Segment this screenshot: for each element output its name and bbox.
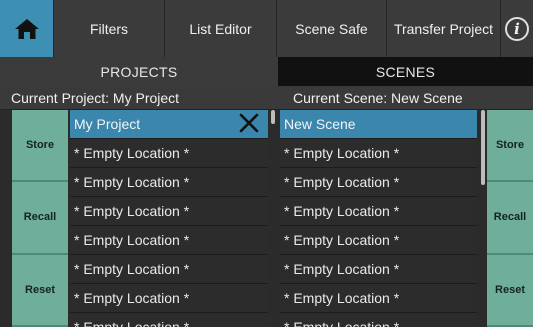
scene-reset-button[interactable]: Reset <box>487 254 533 327</box>
projects-list: My Project * Empty Location * * Empty Lo… <box>70 110 268 327</box>
list-item-label: My Project <box>74 116 141 132</box>
list-item[interactable]: * Empty Location * <box>280 255 477 284</box>
top-toolbar: Filters List Editor Scene Safe Transfer … <box>0 0 533 57</box>
info-button[interactable]: i <box>501 0 533 57</box>
list-editor-button[interactable]: List Editor <box>165 0 277 57</box>
tab-scenes[interactable]: SCENES <box>278 57 533 86</box>
home-icon <box>14 18 39 39</box>
list-item[interactable]: * Empty Location * <box>280 197 477 226</box>
scenes-list: New Scene * Empty Location * * Empty Loc… <box>280 110 477 327</box>
scene-recall-button[interactable]: Recall <box>487 182 533 255</box>
list-item[interactable]: * Empty Location * <box>280 313 477 327</box>
left-gutter <box>0 110 12 327</box>
list-item[interactable]: My Project <box>70 110 268 139</box>
list-item-label: * Empty Location * <box>74 203 190 219</box>
list-item-label: * Empty Location * <box>284 174 400 190</box>
list-item[interactable]: * Empty Location * <box>280 226 477 255</box>
list-item-label: * Empty Location * <box>284 232 400 248</box>
scenes-scrollbar[interactable] <box>481 110 485 327</box>
close-icon[interactable] <box>238 112 260 134</box>
list-item[interactable]: * Empty Location * <box>70 255 268 284</box>
projects-scrollbar[interactable] <box>271 110 275 327</box>
list-item-label: * Empty Location * <box>74 319 190 327</box>
list-item-label: * Empty Location * <box>74 145 190 161</box>
list-item-label: * Empty Location * <box>74 232 190 248</box>
scene-actions: Store Recall Reset <box>487 110 533 327</box>
list-item-label: * Empty Location * <box>284 261 400 277</box>
list-item-label: * Empty Location * <box>284 290 400 306</box>
scene-store-button[interactable]: Store <box>487 110 533 183</box>
tab-projects[interactable]: PROJECTS <box>0 57 278 86</box>
scrollbar-thumb[interactable] <box>271 110 275 124</box>
list-item-label: * Empty Location * <box>74 290 190 306</box>
current-project-label: Current Project: My Project <box>11 90 180 106</box>
list-item[interactable]: * Empty Location * <box>70 168 268 197</box>
project-reset-button[interactable]: Reset <box>12 254 68 327</box>
list-item-label: * Empty Location * <box>284 319 400 327</box>
list-item[interactable]: * Empty Location * <box>70 284 268 313</box>
list-item[interactable]: * Empty Location * <box>280 168 477 197</box>
scene-safe-button[interactable]: Scene Safe <box>277 0 387 57</box>
list-item-label: * Empty Location * <box>74 261 190 277</box>
section-tabs: PROJECTS SCENES <box>0 57 533 86</box>
list-item[interactable]: * Empty Location * <box>70 313 268 327</box>
current-status-bar: Current Project: My Project Current Scen… <box>0 86 533 110</box>
list-item[interactable]: New Scene <box>280 110 477 139</box>
home-button[interactable] <box>0 0 54 57</box>
list-item-label: New Scene <box>284 116 356 132</box>
list-item-label: * Empty Location * <box>284 145 400 161</box>
project-store-button[interactable]: Store <box>12 110 68 183</box>
project-recall-button[interactable]: Recall <box>12 182 68 255</box>
list-item[interactable]: * Empty Location * <box>70 226 268 255</box>
list-item-label: * Empty Location * <box>74 174 190 190</box>
scrollbar-thumb[interactable] <box>481 110 485 185</box>
current-scene-label: Current Scene: New Scene <box>293 90 463 106</box>
project-actions: Store Recall Reset <box>12 110 68 327</box>
info-icon: i <box>505 16 529 41</box>
list-item[interactable]: * Empty Location * <box>70 139 268 168</box>
list-item[interactable]: * Empty Location * <box>280 139 477 168</box>
filters-button[interactable]: Filters <box>54 0 165 57</box>
list-item[interactable]: * Empty Location * <box>70 197 268 226</box>
list-item-label: * Empty Location * <box>284 203 400 219</box>
list-item[interactable]: * Empty Location * <box>280 284 477 313</box>
transfer-project-button[interactable]: Transfer Project <box>387 0 501 57</box>
